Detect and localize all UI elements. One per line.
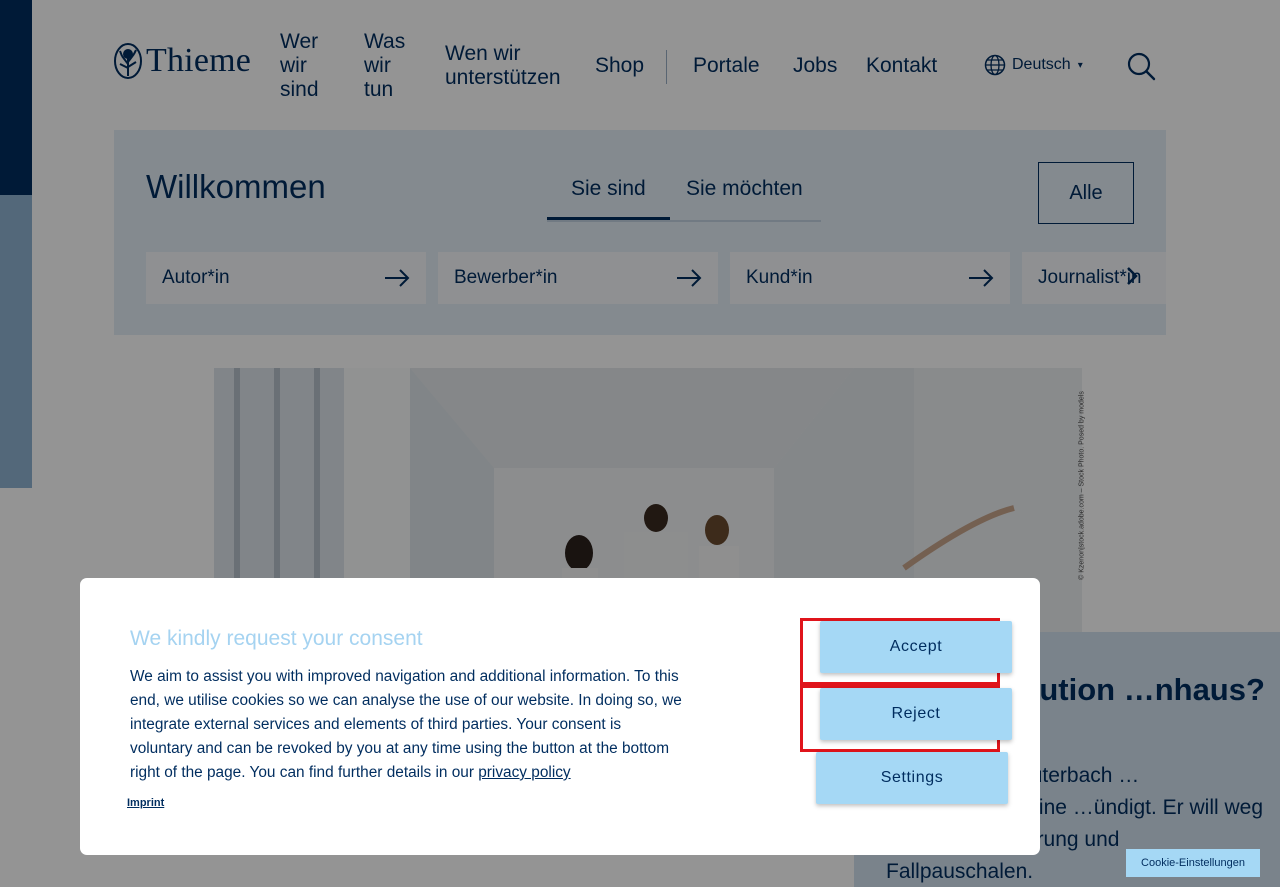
cookie-consent-dialog: We kindly request your consent We aim to… — [80, 578, 1040, 855]
accept-button[interactable]: Accept — [820, 621, 1012, 673]
cookie-settings-button[interactable]: Cookie-Einstellungen — [1126, 849, 1260, 877]
consent-title: We kindly request your consent — [130, 627, 423, 650]
reject-button[interactable]: Reject — [820, 688, 1012, 740]
privacy-policy-link[interactable]: privacy policy — [478, 764, 570, 781]
consent-text: We aim to assist you with improved navig… — [130, 665, 682, 785]
settings-button[interactable]: Settings — [816, 752, 1008, 804]
consent-body: We aim to assist you with improved navig… — [130, 668, 682, 781]
imprint-link[interactable]: Imprint — [127, 797, 164, 809]
